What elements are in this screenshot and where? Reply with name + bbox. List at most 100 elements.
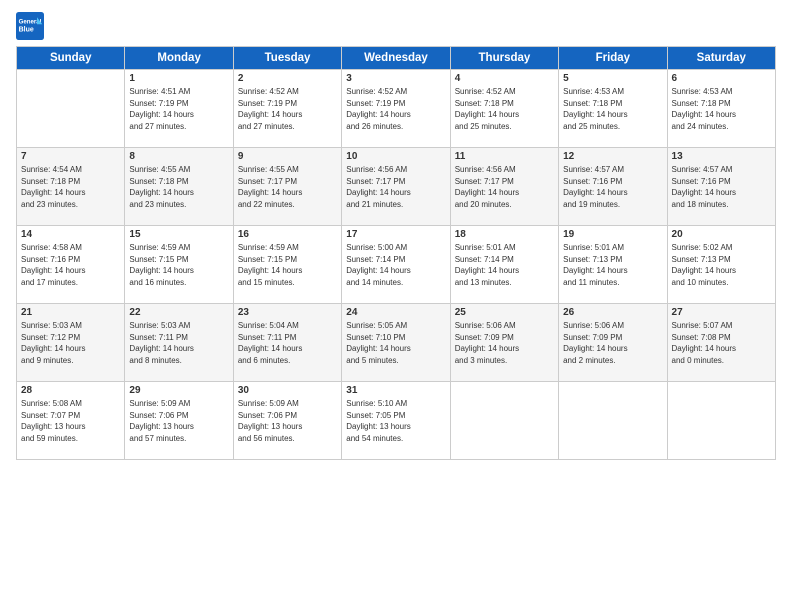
col-friday: Friday xyxy=(559,47,667,70)
day-number: 18 xyxy=(455,229,554,240)
col-thursday: Thursday xyxy=(450,47,558,70)
day-number: 21 xyxy=(21,307,120,318)
day-number: 24 xyxy=(346,307,445,318)
cell-week3-day5: 18Sunrise: 5:01 AM Sunset: 7:14 PM Dayli… xyxy=(450,226,558,304)
cell-info: Sunrise: 4:55 AM Sunset: 7:18 PM Dayligh… xyxy=(129,164,228,210)
calendar-page: General Blue Sunday Monday Tuesday Wedne… xyxy=(0,0,792,612)
day-number: 29 xyxy=(129,385,228,396)
cell-info: Sunrise: 4:52 AM Sunset: 7:19 PM Dayligh… xyxy=(238,86,337,132)
day-number: 3 xyxy=(346,73,445,84)
cell-info: Sunrise: 4:55 AM Sunset: 7:17 PM Dayligh… xyxy=(238,164,337,210)
day-number: 20 xyxy=(672,229,771,240)
day-number: 25 xyxy=(455,307,554,318)
cell-week5-day6 xyxy=(559,382,667,460)
logo: General Blue xyxy=(16,12,48,40)
cell-info: Sunrise: 4:54 AM Sunset: 7:18 PM Dayligh… xyxy=(21,164,120,210)
cell-info: Sunrise: 5:06 AM Sunset: 7:09 PM Dayligh… xyxy=(563,320,662,366)
cell-week4-day6: 26 Sunrise: 5:06 AM Sunset: 7:09 PM Dayli… xyxy=(559,304,667,382)
day-number: 30 xyxy=(238,385,337,396)
header: General Blue xyxy=(16,12,776,40)
cell-info: Sunrise: 4:53 AM Sunset: 7:18 PM Dayligh… xyxy=(672,86,771,132)
cell-week3-day6: 19Sunrise: 5:01 AM Sunset: 7:13 PM Dayli… xyxy=(559,226,667,304)
col-wednesday: Wednesday xyxy=(342,47,450,70)
cell-info: Sunrise: 5:05 AM Sunset: 7:10 PM Dayligh… xyxy=(346,320,445,366)
cell-week4-day4: 24 Sunrise: 5:05 AM Sunset: 7:10 PM Dayli… xyxy=(342,304,450,382)
day-number: 17 xyxy=(346,229,445,240)
cell-info: Sunrise: 4:59 AM Sunset: 7:15 PM Dayligh… xyxy=(129,242,228,288)
cell-week5-day7 xyxy=(667,382,775,460)
week-row-2: 7 Sunrise: 4:54 AM Sunset: 7:18 PM Daylig… xyxy=(17,148,776,226)
day-number: 27 xyxy=(672,307,771,318)
cell-info: Sunrise: 5:08 AM Sunset: 7:07 PM Dayligh… xyxy=(21,398,120,444)
day-number: 6 xyxy=(672,73,771,84)
cell-week2-day7: 13 Sunrise: 4:57 AM Sunset: 7:16 PM Dayli… xyxy=(667,148,775,226)
cell-week2-day3: 9 Sunrise: 4:55 AM Sunset: 7:17 PM Daylig… xyxy=(233,148,341,226)
day-number: 7 xyxy=(21,151,120,162)
cell-week5-day2: 29Sunrise: 5:09 AM Sunset: 7:06 PM Dayli… xyxy=(125,382,233,460)
day-number: 28 xyxy=(21,385,120,396)
cell-week2-day1: 7 Sunrise: 4:54 AM Sunset: 7:18 PM Daylig… xyxy=(17,148,125,226)
day-number: 10 xyxy=(346,151,445,162)
cell-week3-day3: 16Sunrise: 4:59 AM Sunset: 7:15 PM Dayli… xyxy=(233,226,341,304)
cell-info: Sunrise: 5:02 AM Sunset: 7:13 PM Dayligh… xyxy=(672,242,771,288)
cell-week1-day1 xyxy=(17,70,125,148)
cell-week4-day7: 27 Sunrise: 5:07 AM Sunset: 7:08 PM Dayli… xyxy=(667,304,775,382)
cell-week4-day3: 23Sunrise: 5:04 AM Sunset: 7:11 PM Dayli… xyxy=(233,304,341,382)
cell-info: Sunrise: 4:56 AM Sunset: 7:17 PM Dayligh… xyxy=(455,164,554,210)
col-monday: Monday xyxy=(125,47,233,70)
col-tuesday: Tuesday xyxy=(233,47,341,70)
day-number: 1 xyxy=(129,73,228,84)
cell-week3-day1: 14 Sunrise: 4:58 AM Sunset: 7:16 PM Dayli… xyxy=(17,226,125,304)
cell-week5-day1: 28 Sunrise: 5:08 AM Sunset: 7:07 PM Dayli… xyxy=(17,382,125,460)
cell-info: Sunrise: 4:56 AM Sunset: 7:17 PM Dayligh… xyxy=(346,164,445,210)
logo-icon: General Blue xyxy=(16,12,44,40)
day-number: 9 xyxy=(238,151,337,162)
day-number: 4 xyxy=(455,73,554,84)
cell-info: Sunrise: 4:52 AM Sunset: 7:18 PM Dayligh… xyxy=(455,86,554,132)
cell-week5-day3: 30 Sunrise: 5:09 AM Sunset: 7:06 PM Dayli… xyxy=(233,382,341,460)
week-row-4: 21 Sunrise: 5:03 AM Sunset: 7:12 PM Dayli… xyxy=(17,304,776,382)
cell-week3-day4: 17 Sunrise: 5:00 AM Sunset: 7:14 PM Dayli… xyxy=(342,226,450,304)
cell-info: Sunrise: 5:00 AM Sunset: 7:14 PM Dayligh… xyxy=(346,242,445,288)
svg-text:Blue: Blue xyxy=(19,26,34,33)
cell-week1-day7: 6 Sunrise: 4:53 AM Sunset: 7:18 PM Daylig… xyxy=(667,70,775,148)
cell-info: Sunrise: 4:58 AM Sunset: 7:16 PM Dayligh… xyxy=(21,242,120,288)
cell-info: Sunrise: 5:10 AM Sunset: 7:05 PM Dayligh… xyxy=(346,398,445,444)
cell-info: Sunrise: 4:57 AM Sunset: 7:16 PM Dayligh… xyxy=(563,164,662,210)
cell-info: Sunrise: 5:07 AM Sunset: 7:08 PM Dayligh… xyxy=(672,320,771,366)
cell-info: Sunrise: 5:03 AM Sunset: 7:12 PM Dayligh… xyxy=(21,320,120,366)
day-number: 2 xyxy=(238,73,337,84)
week-row-1: 1Sunrise: 4:51 AM Sunset: 7:19 PM Daylig… xyxy=(17,70,776,148)
week-row-3: 14 Sunrise: 4:58 AM Sunset: 7:16 PM Dayli… xyxy=(17,226,776,304)
cell-week5-day5 xyxy=(450,382,558,460)
week-row-5: 28 Sunrise: 5:08 AM Sunset: 7:07 PM Dayli… xyxy=(17,382,776,460)
day-number: 19 xyxy=(563,229,662,240)
cell-week5-day4: 31 Sunrise: 5:10 AM Sunset: 7:05 PM Dayli… xyxy=(342,382,450,460)
header-row: Sunday Monday Tuesday Wednesday Thursday… xyxy=(17,47,776,70)
day-number: 31 xyxy=(346,385,445,396)
day-number: 23 xyxy=(238,307,337,318)
cell-info: Sunrise: 4:57 AM Sunset: 7:16 PM Dayligh… xyxy=(672,164,771,210)
col-saturday: Saturday xyxy=(667,47,775,70)
cell-info: Sunrise: 4:53 AM Sunset: 7:18 PM Dayligh… xyxy=(563,86,662,132)
cell-info: Sunrise: 4:59 AM Sunset: 7:15 PM Dayligh… xyxy=(238,242,337,288)
cell-week1-day4: 3 Sunrise: 4:52 AM Sunset: 7:19 PM Daylig… xyxy=(342,70,450,148)
cell-info: Sunrise: 5:06 AM Sunset: 7:09 PM Dayligh… xyxy=(455,320,554,366)
cell-week4-day1: 21 Sunrise: 5:03 AM Sunset: 7:12 PM Dayli… xyxy=(17,304,125,382)
day-number: 13 xyxy=(672,151,771,162)
day-number: 22 xyxy=(129,307,228,318)
day-number: 12 xyxy=(563,151,662,162)
cell-info: Sunrise: 5:09 AM Sunset: 7:06 PM Dayligh… xyxy=(238,398,337,444)
cell-info: Sunrise: 4:52 AM Sunset: 7:19 PM Dayligh… xyxy=(346,86,445,132)
cell-week2-day2: 8Sunrise: 4:55 AM Sunset: 7:18 PM Daylig… xyxy=(125,148,233,226)
day-number: 5 xyxy=(563,73,662,84)
col-sunday: Sunday xyxy=(17,47,125,70)
day-number: 14 xyxy=(21,229,120,240)
cell-week2-day4: 10 Sunrise: 4:56 AM Sunset: 7:17 PM Dayli… xyxy=(342,148,450,226)
cell-week4-day2: 22 Sunrise: 5:03 AM Sunset: 7:11 PM Dayli… xyxy=(125,304,233,382)
cell-info: Sunrise: 5:03 AM Sunset: 7:11 PM Dayligh… xyxy=(129,320,228,366)
calendar-table: Sunday Monday Tuesday Wednesday Thursday… xyxy=(16,46,776,460)
day-number: 26 xyxy=(563,307,662,318)
day-number: 11 xyxy=(455,151,554,162)
cell-week1-day3: 2 Sunrise: 4:52 AM Sunset: 7:19 PM Daylig… xyxy=(233,70,341,148)
